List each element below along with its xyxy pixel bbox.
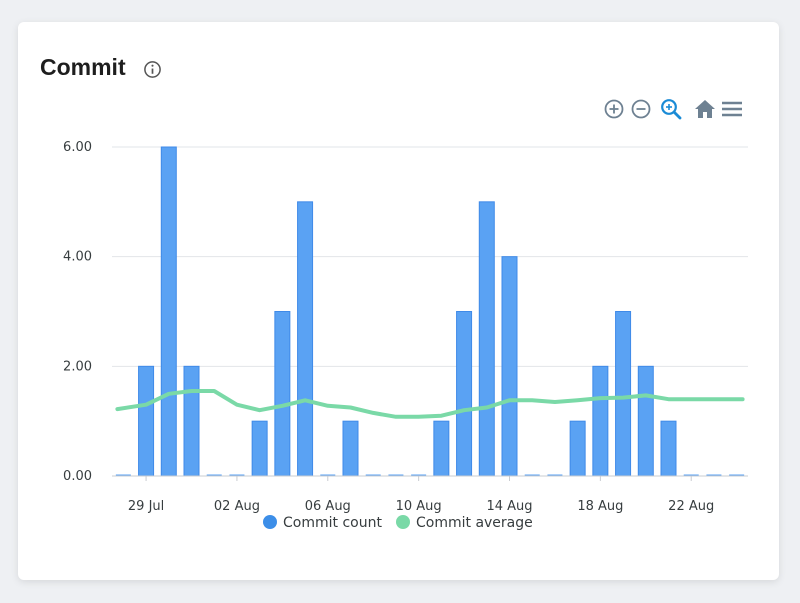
bar: [433, 420, 450, 477]
legend-label-commit-count: Commit count: [283, 515, 382, 531]
bar: [592, 365, 609, 477]
x-tick-label: 06 Aug: [305, 499, 351, 514]
legend-marker-commit-count: [263, 515, 277, 529]
y-tick-label: 4.00: [63, 250, 92, 265]
x-tick-label: 22 Aug: [668, 499, 714, 514]
bar: [342, 420, 359, 477]
commit-chart: 0.00 2.00 4.00 6.00 29 Jul 02 Aug 06 Aug 10 Aug…: [63, 140, 748, 531]
y-tick-label: 2.00: [63, 359, 92, 374]
bar: [660, 420, 677, 477]
bar: [637, 365, 654, 477]
bar: [160, 146, 177, 477]
y-tick-label: 0.00: [63, 469, 92, 484]
bar: [274, 311, 291, 477]
bar: [478, 201, 495, 477]
bar: [183, 365, 200, 477]
bar: [615, 311, 632, 477]
bar: [456, 311, 473, 477]
bar: [501, 256, 518, 477]
legend-label-commit-average: Commit average: [416, 515, 533, 531]
x-tick-label: 18 Aug: [577, 499, 623, 514]
legend-marker-commit-average: [396, 515, 410, 529]
x-tick-label: 10 Aug: [396, 499, 442, 514]
y-tick-label: 6.00: [63, 140, 92, 155]
x-tick-label: 29 Jul: [128, 499, 164, 514]
bar: [251, 420, 268, 477]
x-tick-label: 02 Aug: [214, 499, 260, 514]
bar: [297, 201, 314, 477]
x-tick-label: 14 Aug: [486, 499, 532, 514]
bar: [138, 365, 155, 477]
bar: [569, 420, 586, 477]
